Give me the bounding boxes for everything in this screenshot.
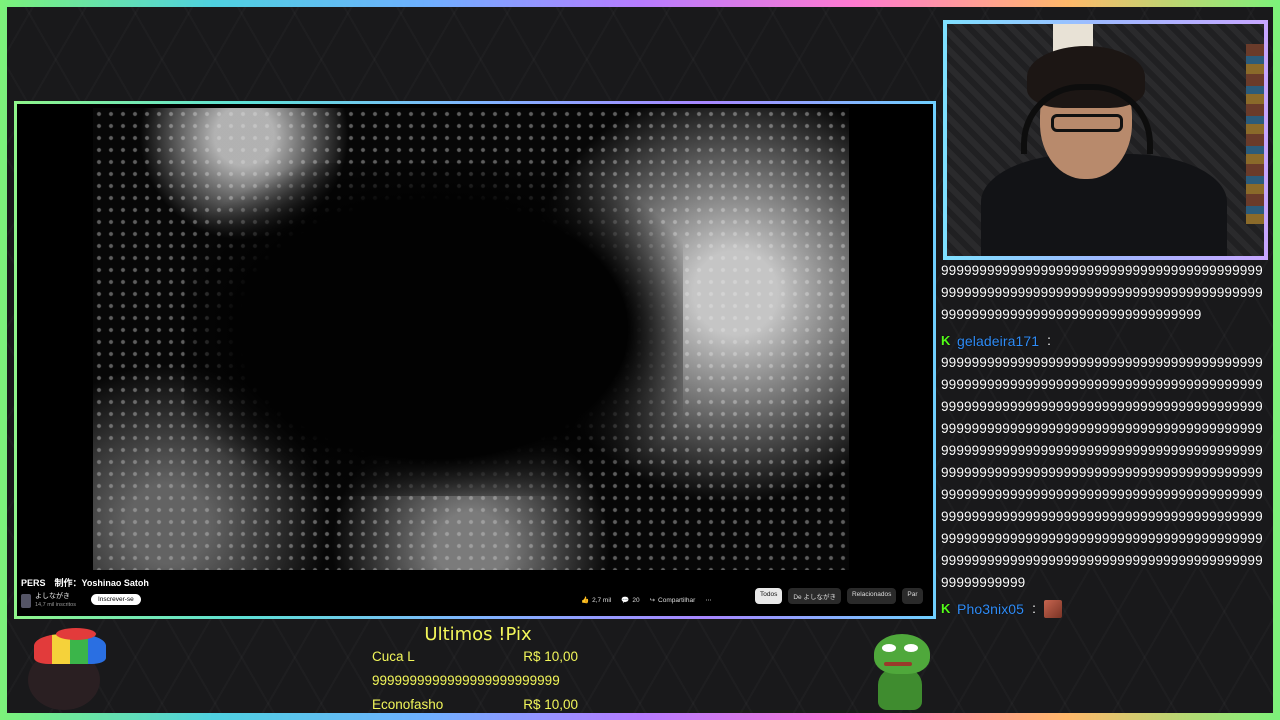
more-options-button[interactable]: ⋯ [705,596,712,604]
pix-donor: 9999999999999999999999999 [372,673,560,688]
chat-separator: : [1032,601,1036,616]
share-icon: ↪ [649,597,656,604]
comments-button[interactable]: 💬 20 [621,596,640,605]
glasses [1051,114,1123,132]
subscriber-count: 14,7 mil inscritos [35,602,76,608]
chat-message: geladeira171 : 9999999999999999999999999… [941,330,1265,594]
like-count: 2,7 mil [592,596,612,604]
chat-username[interactable]: Pho3nix05 [957,598,1024,620]
pix-title: Ultimos !Pix [424,624,532,645]
pix-row: Econofasho R$ 10,00 [372,693,578,717]
chat-message: 9999999999999999999999999999999999999999… [941,260,1265,326]
webcam-feed [947,24,1264,256]
share-label: Compartilhar [658,596,696,604]
video-frame: PERS 制作：Yoshinao Satoh よしながき 14,7 mil in… [14,101,936,619]
webcam-frame [943,20,1268,260]
pix-amount: R$ 10,00 [523,697,578,712]
background-shelf [1246,44,1264,224]
comment-icon: 💬 [621,597,630,604]
video-info-bar: PERS 制作：Yoshinao Satoh よしながき 14,7 mil in… [17,572,933,616]
pix-row: 9999999999999999999999999 [372,669,578,693]
emote-icon [1043,600,1062,618]
like-button[interactable]: 👍 2,7 mil [581,596,612,605]
video-actions: 👍 2,7 mil 💬 20 ↪ Compartilhar ⋯ [581,596,712,605]
chat-separator: : [1047,333,1052,348]
channel-avatar[interactable] [21,594,31,608]
share-button[interactable]: ↪ Compartilhar [649,596,696,605]
chat-message-text: 9999999999999999999999999999999999999999… [941,355,1263,590]
pix-donor: Cuca L [372,649,415,664]
chip-more[interactable]: Par [902,588,923,604]
comment-count: 20 [632,596,640,604]
chat-panel: 9999999999999999999999999999999999999999… [941,260,1265,680]
channel-name[interactable]: よしながき [35,592,76,601]
chip-related[interactable]: Relacionados [846,588,897,604]
pix-amount: R$ 10,00 [523,649,578,664]
chat-username[interactable]: geladeira171 [957,330,1039,352]
pix-donor: Econofasho [372,697,444,712]
pepe-frog-icon [866,634,932,710]
kick-badge-icon [941,330,953,352]
chat-message: Pho3nix05 : [941,598,1265,620]
video-content [93,108,849,570]
mascot-left [20,628,106,710]
chip-from-channel[interactable]: De よしながき [788,588,841,604]
thumbs-up-icon: 👍 [581,597,590,604]
video-title: PERS 制作：Yoshinao Satoh [21,578,149,588]
pix-row: Cuca L R$ 10,00 [372,645,578,669]
pix-donations-panel: Ultimos !Pix Cuca L R$ 10,00 99999999999… [372,624,578,717]
chip-all[interactable]: Todos [755,588,783,604]
chat-message-text: 9999999999999999999999999999999999999999… [941,263,1263,322]
video-player[interactable]: PERS 制作：Yoshinao Satoh よしながき 14,7 mil in… [17,104,933,616]
subscribe-button[interactable]: Inscrever-se [91,594,141,605]
channel-info: よしながき 14,7 mil inscritos [21,592,76,610]
kick-badge-icon [941,598,953,620]
recommendation-chips: Todos De よしながき Relacionados Par [755,588,923,604]
